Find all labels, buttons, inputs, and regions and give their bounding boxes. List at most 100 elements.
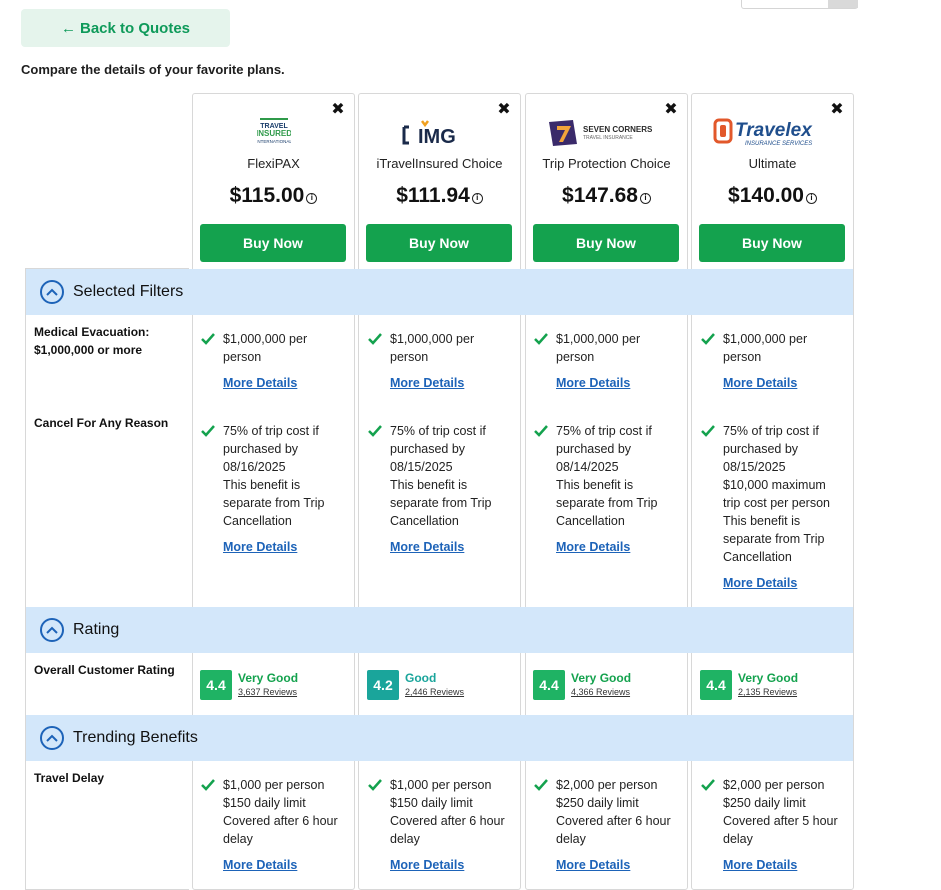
benefit-text: $150 daily limit [223,796,306,810]
benefit-text: Covered after 5 hour delay [723,814,838,846]
rating-label: Very Good [571,671,632,685]
medical-cell: $1,000,000 per person More Details [201,330,341,392]
info-icon[interactable]: i [306,193,318,204]
check-icon [368,425,382,437]
benefit-text: $1,000,000 per person [223,332,308,364]
rating-cell: 4.4 Very Good 3,637 Reviews [200,670,298,700]
section-selected-filters[interactable]: Selected Filters [26,269,853,315]
plan-name: Trip Protection Choice [542,156,671,171]
benefit-text: $1,000 per person [223,778,325,792]
row-label-travel-delay: Travel Delay [34,771,105,785]
more-details-link[interactable]: More Details [534,374,674,392]
cfar-cell: 75% of trip cost if purchased by 08/16/2… [201,422,341,556]
section-trending-benefits[interactable]: Trending Benefits [26,715,853,761]
rating-score-badge: 4.2 [367,670,399,700]
row-label-column [25,268,189,890]
travelex-logo: Travelex INSURANCE SERVICES [692,116,853,148]
more-details-link[interactable]: More Details [701,856,841,874]
more-details-link[interactable]: More Details [701,374,841,392]
price-value: $111.94 [396,184,470,207]
benefit-text: Covered after 6 hour delay [556,814,671,846]
medical-cell: $1,000,000 per person More Details [368,330,508,392]
buy-now-button[interactable]: Buy Now [200,224,346,262]
chevron-up-icon[interactable] [40,726,64,750]
medical-cell: $1,000,000 per person More Details [701,330,841,392]
check-icon [534,779,548,791]
plan-name: iTravelInsured Choice [376,156,503,171]
benefit-text: Covered after 6 hour delay [390,814,505,846]
price-value: $115.00 [229,184,305,207]
benefit-text: This benefit is separate from Trip Cance… [223,478,325,528]
svg-text:IMG: IMG [418,126,456,147]
check-icon [534,425,548,437]
more-details-link[interactable]: More Details [701,574,841,592]
more-details-link[interactable]: More Details [201,538,341,556]
rating-label: Very Good [738,671,799,685]
travel-insured-logo: TRAVEL INSURED INTERNATIONAL [193,116,354,148]
cfar-cell: 75% of trip cost if purchased by 08/14/2… [534,422,674,556]
more-details-link[interactable]: More Details [368,374,508,392]
svg-text:TRAVEL INSURANCE: TRAVEL INSURANCE [583,135,633,141]
more-details-link[interactable]: More Details [368,856,508,874]
close-icon[interactable]: ✖ [331,102,345,118]
benefit-text: $1,000,000 per person [723,332,808,364]
close-icon[interactable]: ✖ [497,102,511,118]
benefit-text: Covered after 6 hour delay [223,814,338,846]
more-details-link[interactable]: More Details [534,538,674,556]
arrow-left-icon: ← [60,19,76,37]
section-title: Rating [73,621,120,638]
plan-price: $115.00 i [193,184,354,208]
section-rating[interactable]: Rating [26,607,853,653]
more-details-link[interactable]: More Details [201,374,341,392]
rating-cell: 4.4 Very Good 4,366 Reviews [533,670,631,700]
top-right-control[interactable] [741,0,858,9]
check-icon [368,779,382,791]
travel-delay-cell: $1,000 per person $150 daily limit Cover… [201,776,341,874]
reviews-link[interactable]: 2,135 Reviews [738,685,798,699]
travel-delay-cell: $2,000 per person $250 daily limit Cover… [534,776,674,874]
info-icon[interactable]: i [639,193,651,204]
cfar-cell: 75% of trip cost if purchased by 08/15/2… [701,422,841,592]
info-icon[interactable]: i [471,193,483,204]
reviews-link[interactable]: 3,637 Reviews [238,685,298,699]
compare-intro-text: Compare the details of your favorite pla… [21,62,285,77]
price-value: $147.68 [562,184,638,207]
check-icon [701,425,715,437]
reviews-link[interactable]: 4,366 Reviews [571,685,631,699]
more-details-link[interactable]: More Details [534,856,674,874]
chevron-up-icon[interactable] [40,618,64,642]
back-to-quotes-button[interactable]: ← Back to Quotes [21,9,230,47]
info-icon[interactable]: i [805,193,817,204]
chevron-up-icon[interactable] [40,280,64,304]
close-icon[interactable]: ✖ [664,102,678,118]
check-icon [201,779,215,791]
svg-text:INTERNATIONAL: INTERNATIONAL [257,139,291,144]
more-details-link[interactable]: More Details [368,538,508,556]
check-icon [534,333,548,345]
buy-now-button[interactable]: Buy Now [533,224,679,262]
benefit-text: $250 daily limit [556,796,639,810]
top-right-control-knob[interactable] [828,0,858,8]
back-to-quotes-label: Back to Quotes [79,19,191,37]
close-icon[interactable]: ✖ [830,102,844,118]
benefit-text: This benefit is separate from Trip Cance… [556,478,658,528]
img-logo: IMG [359,116,520,148]
benefit-text: 75% of trip cost if purchased by 08/15/2… [723,424,819,474]
benefit-text: $1,000,000 per person [390,332,475,364]
reviews-link[interactable]: 2,446 Reviews [405,685,464,699]
check-icon [368,333,382,345]
check-icon [201,333,215,345]
benefit-text: $2,000 per person [556,778,658,792]
benefit-text: $250 daily limit [723,796,806,810]
more-details-link[interactable]: More Details [201,856,341,874]
row-label-medical-evacuation: Medical Evacuation: $1,000,000 or more [34,325,150,357]
svg-text:SEVEN CORNERS: SEVEN CORNERS [583,125,653,134]
benefit-text: 75% of trip cost if purchased by 08/14/2… [556,424,652,474]
section-title: Trending Benefits [73,729,198,746]
buy-now-button[interactable]: Buy Now [366,224,512,262]
benefit-text: This benefit is separate from Trip Cance… [723,514,825,564]
buy-now-button[interactable]: Buy Now [699,224,845,262]
check-icon [201,425,215,437]
rating-score-badge: 4.4 [700,670,732,700]
check-icon [701,333,715,345]
